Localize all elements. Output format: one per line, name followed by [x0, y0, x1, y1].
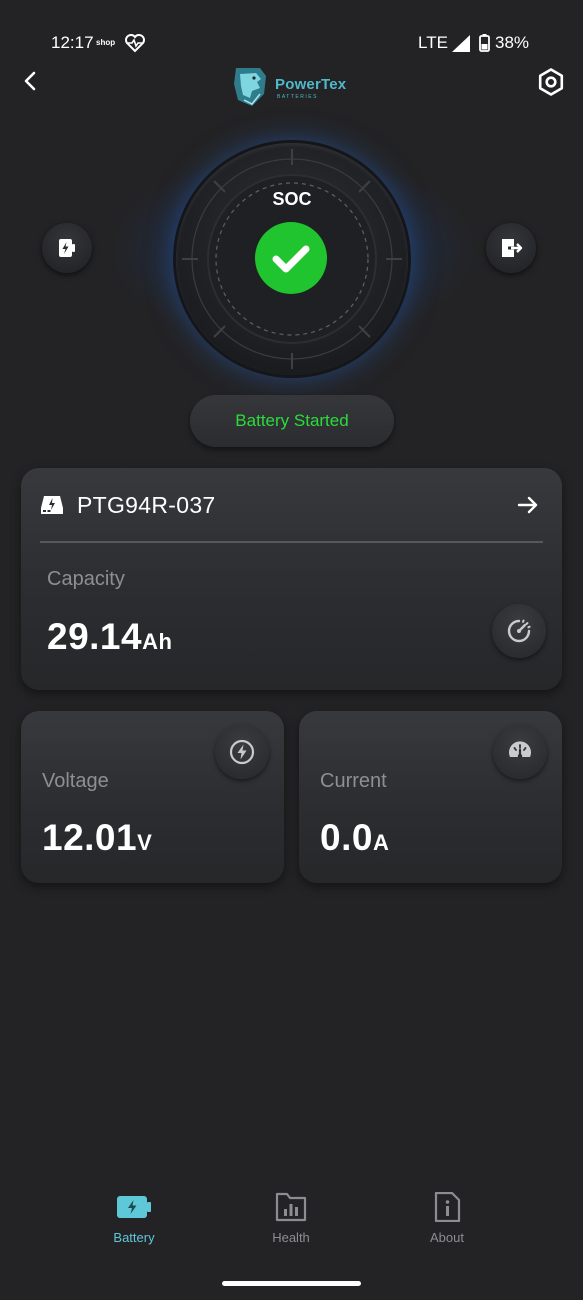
settings-icon[interactable] — [536, 67, 566, 97]
device-name: PTG94R-037 — [77, 492, 216, 518]
tab-health[interactable]: Health — [246, 1192, 336, 1252]
capacity-unit: Ah — [142, 629, 173, 654]
capacity-icon-button — [492, 604, 546, 658]
current-card: Current 0.0A — [299, 711, 562, 883]
voltage-card: Voltage 12.01V — [21, 711, 284, 883]
card-divider — [40, 541, 543, 543]
logo-text: PowerTex — [275, 76, 347, 93]
status-time: 12:17 — [51, 33, 94, 52]
battery-tab-icon — [117, 1196, 151, 1218]
voltage-number: 12.01 — [42, 817, 138, 858]
current-number: 0.0 — [320, 817, 373, 858]
home-indicator[interactable] — [222, 1281, 361, 1286]
current-value: 0.0A — [320, 817, 389, 859]
gauge-icon — [509, 741, 531, 759]
status-battery-percent: 38% — [495, 33, 530, 52]
current-unit: A — [372, 830, 390, 855]
soc-hero: SOC — [42, 135, 536, 375]
left-action-button[interactable] — [42, 223, 92, 273]
current-icon-button — [493, 725, 547, 779]
voltage-icon-button — [215, 725, 269, 779]
battery-charge-icon — [59, 239, 75, 257]
tab-battery[interactable]: Battery — [89, 1192, 179, 1252]
capacity-number: 29.14 — [47, 616, 143, 657]
voltage-label: Voltage — [42, 770, 109, 792]
lightning-icon — [229, 739, 255, 765]
app-logo: PowerTex BATTERIES — [230, 64, 354, 108]
heart-monitor-icon — [125, 34, 145, 53]
exit-icon — [502, 239, 523, 257]
battery-status-pill: Battery Started — [190, 395, 394, 447]
tab-about[interactable]: About — [402, 1192, 492, 1252]
capacity-value: 29.14Ah — [47, 616, 172, 658]
right-action-button[interactable] — [486, 223, 536, 273]
info-tab-icon — [434, 1192, 461, 1222]
check-icon — [272, 245, 310, 273]
current-label: Current — [320, 770, 387, 792]
battery-device-icon — [41, 496, 63, 514]
tab-health-label: Health — [272, 1230, 310, 1245]
tab-battery-label: Battery — [113, 1230, 155, 1245]
logo-subtext: BATTERIES — [277, 94, 318, 100]
status-shop-label: shop — [96, 38, 116, 47]
chart-tab-icon — [275, 1192, 307, 1222]
back-arrow-icon[interactable] — [18, 68, 44, 94]
capacity-label: Capacity — [47, 568, 125, 590]
soc-label: SOC — [272, 189, 312, 209]
speedometer-icon — [507, 619, 531, 643]
device-card[interactable]: PTG94R-037 Capacity 29.14Ah — [21, 468, 562, 690]
voltage-unit: V — [137, 830, 153, 855]
battery-icon — [479, 34, 490, 52]
arrow-right-icon[interactable] — [516, 493, 540, 517]
soc-status-indicator — [255, 222, 327, 294]
soc-dial: SOC — [176, 143, 408, 375]
status-network: LTE — [418, 33, 448, 52]
signal-icon — [452, 35, 470, 52]
voltage-value: 12.01V — [42, 817, 152, 859]
dinosaur-logo-icon — [234, 68, 266, 106]
tab-about-label: About — [430, 1230, 464, 1245]
